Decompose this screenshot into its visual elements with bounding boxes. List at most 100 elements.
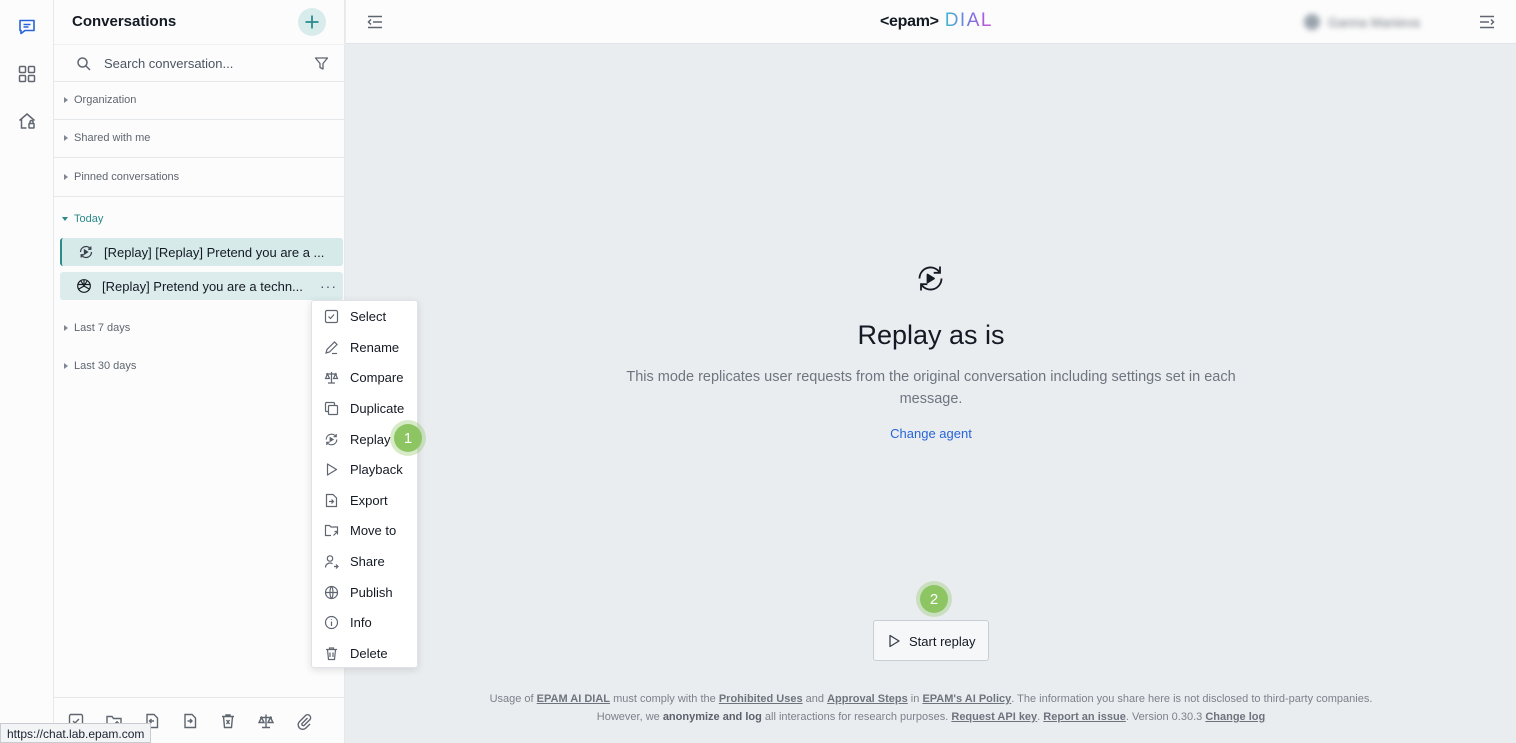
report-issue-link[interactable]: Report an issue — [1043, 711, 1126, 723]
toggle-settings-panel-icon[interactable] — [1476, 11, 1498, 33]
logo-dial-text: DIAL — [944, 10, 993, 31]
delete-icon[interactable] — [218, 711, 238, 731]
change-agent-label[interactable]: Change agent — [890, 426, 972, 441]
marketplace-icon[interactable] — [15, 62, 39, 86]
user-name: Ganna Manieva — [1328, 15, 1420, 30]
menu-item-publish[interactable]: Publish — [312, 577, 417, 607]
openai-icon — [76, 278, 92, 294]
epam-dial-logo: <epam> DIAL — [880, 10, 993, 32]
conversation-context-menu: Select Rename Compare Duplicate Replay P… — [311, 300, 418, 668]
caret-right-icon — [64, 135, 68, 141]
top-bar: <epam> DIAL Ganna Manieva — [346, 0, 1516, 44]
section-label: Organization — [74, 94, 137, 106]
home-icon[interactable] — [15, 109, 39, 133]
menu-item-info[interactable]: Info — [312, 607, 417, 637]
attachments-icon[interactable] — [294, 711, 314, 731]
conversation-title: [Replay] Pretend you are a techn... — [102, 279, 303, 294]
menu-item-compare[interactable]: Compare — [312, 362, 417, 392]
pencil-icon — [324, 340, 339, 355]
section-organization[interactable]: Organization — [54, 82, 345, 120]
caret-right-icon — [64, 325, 68, 331]
filter-icon[interactable] — [314, 56, 329, 71]
logo-epam-text: <epam> — [880, 13, 939, 30]
compare-icon[interactable] — [256, 711, 276, 731]
info-icon — [324, 615, 339, 630]
replay-description: This mode replicates user requests from … — [626, 369, 1236, 407]
version-text: . Version 0.30.3 — [1125, 711, 1206, 723]
globe-icon — [324, 585, 339, 600]
replay-icon — [78, 244, 94, 260]
start-replay-button[interactable]: Start replay — [873, 620, 989, 661]
play-icon — [887, 634, 901, 648]
menu-item-export[interactable]: Export — [312, 485, 417, 515]
menu-item-label: Info — [350, 615, 372, 630]
section-shared-with-me[interactable]: Shared with me — [54, 120, 345, 158]
section-label: Pinned conversations — [74, 171, 180, 183]
new-conversation-button[interactable] — [298, 8, 326, 36]
caret-right-icon — [64, 363, 68, 369]
section-label: Last 7 days — [74, 322, 131, 334]
section-today[interactable]: Today — [54, 201, 345, 239]
menu-item-label: Duplicate — [350, 401, 405, 416]
usage-disclaimer: Usage of EPAM AI DIAL must comply with t… — [346, 690, 1516, 726]
menu-item-label: Publish — [350, 585, 393, 600]
file-export-icon — [324, 493, 339, 508]
avatar — [1304, 14, 1320, 30]
copy-icon — [324, 401, 339, 416]
conversations-sidebar: Conversations Organization Shared with m… — [54, 0, 345, 743]
section-label: Today — [74, 213, 104, 225]
menu-item-delete[interactable]: Delete — [312, 638, 417, 668]
section-last-7-days[interactable]: Last 7 days — [54, 310, 345, 348]
replay-title: Replay as is — [857, 320, 1005, 350]
menu-item-select[interactable]: Select — [312, 301, 417, 331]
search-bar — [54, 44, 345, 82]
conversation-item[interactable]: [Replay] [Replay] Pretend you are a ... — [60, 238, 343, 266]
folder-move-icon — [324, 523, 339, 538]
step-callout-1: 1 — [394, 424, 422, 452]
menu-item-playback[interactable]: Playback — [312, 454, 417, 484]
disclaimer-text: and — [802, 693, 828, 705]
change-agent-link[interactable]: Change agent — [346, 426, 1516, 441]
app-rail — [0, 0, 54, 743]
checkbox-icon — [324, 309, 339, 324]
trash-icon — [324, 646, 339, 661]
prohibited-uses-link[interactable]: Prohibited Uses — [719, 693, 803, 705]
caret-right-icon — [64, 174, 68, 180]
export-icon[interactable] — [180, 711, 200, 731]
toggle-sidebar-icon[interactable] — [364, 11, 386, 33]
menu-item-label: Export — [350, 493, 388, 508]
request-api-key-link[interactable]: Request API key — [951, 711, 1037, 723]
search-input[interactable] — [104, 53, 304, 73]
disclaimer-text: in — [907, 693, 923, 705]
section-last-30-days[interactable]: Last 30 days — [54, 348, 345, 386]
approval-steps-link[interactable]: Approval Steps — [827, 693, 908, 705]
change-log-link[interactable]: Change log — [1205, 711, 1265, 723]
menu-item-move-to[interactable]: Move to — [312, 515, 417, 545]
menu-item-label: Select — [350, 309, 387, 324]
section-label: Shared with me — [74, 132, 151, 144]
caret-down-icon — [62, 217, 68, 221]
main-content: Replay as is This mode replicates user r… — [346, 44, 1516, 743]
menu-item-duplicate[interactable]: Duplicate — [312, 393, 417, 423]
menu-item-rename[interactable]: Rename — [312, 332, 417, 362]
user-menu[interactable]: Ganna Manieva — [1300, 12, 1442, 32]
disclaimer-text: all interactions for research purposes. — [761, 711, 952, 723]
replay-icon — [324, 432, 339, 447]
section-pinned[interactable]: Pinned conversations — [54, 159, 345, 197]
menu-item-label: Rename — [350, 340, 400, 355]
menu-item-label: Move to — [350, 523, 397, 538]
menu-item-share[interactable]: Share — [312, 546, 417, 576]
sidebar-title: Conversations — [72, 13, 177, 30]
status-bar-url: https://chat.lab.epam.com — [0, 723, 152, 743]
epam-ai-dial-link[interactable]: EPAM AI DIAL — [537, 693, 610, 705]
menu-item-label: Delete — [350, 646, 388, 661]
menu-item-label: Compare — [350, 370, 404, 385]
ai-policy-link[interactable]: EPAM's AI Policy — [922, 693, 1011, 705]
menu-item-label: Replay — [350, 432, 391, 447]
more-options-icon[interactable]: ··· — [320, 278, 337, 294]
menu-item-label: Share — [350, 554, 385, 569]
start-replay-label: Start replay — [909, 634, 976, 649]
chat-icon[interactable] — [15, 15, 39, 39]
step-callout-2: 2 — [920, 585, 948, 613]
conversation-item[interactable]: [Replay] Pretend you are a techn... ··· — [60, 272, 343, 300]
